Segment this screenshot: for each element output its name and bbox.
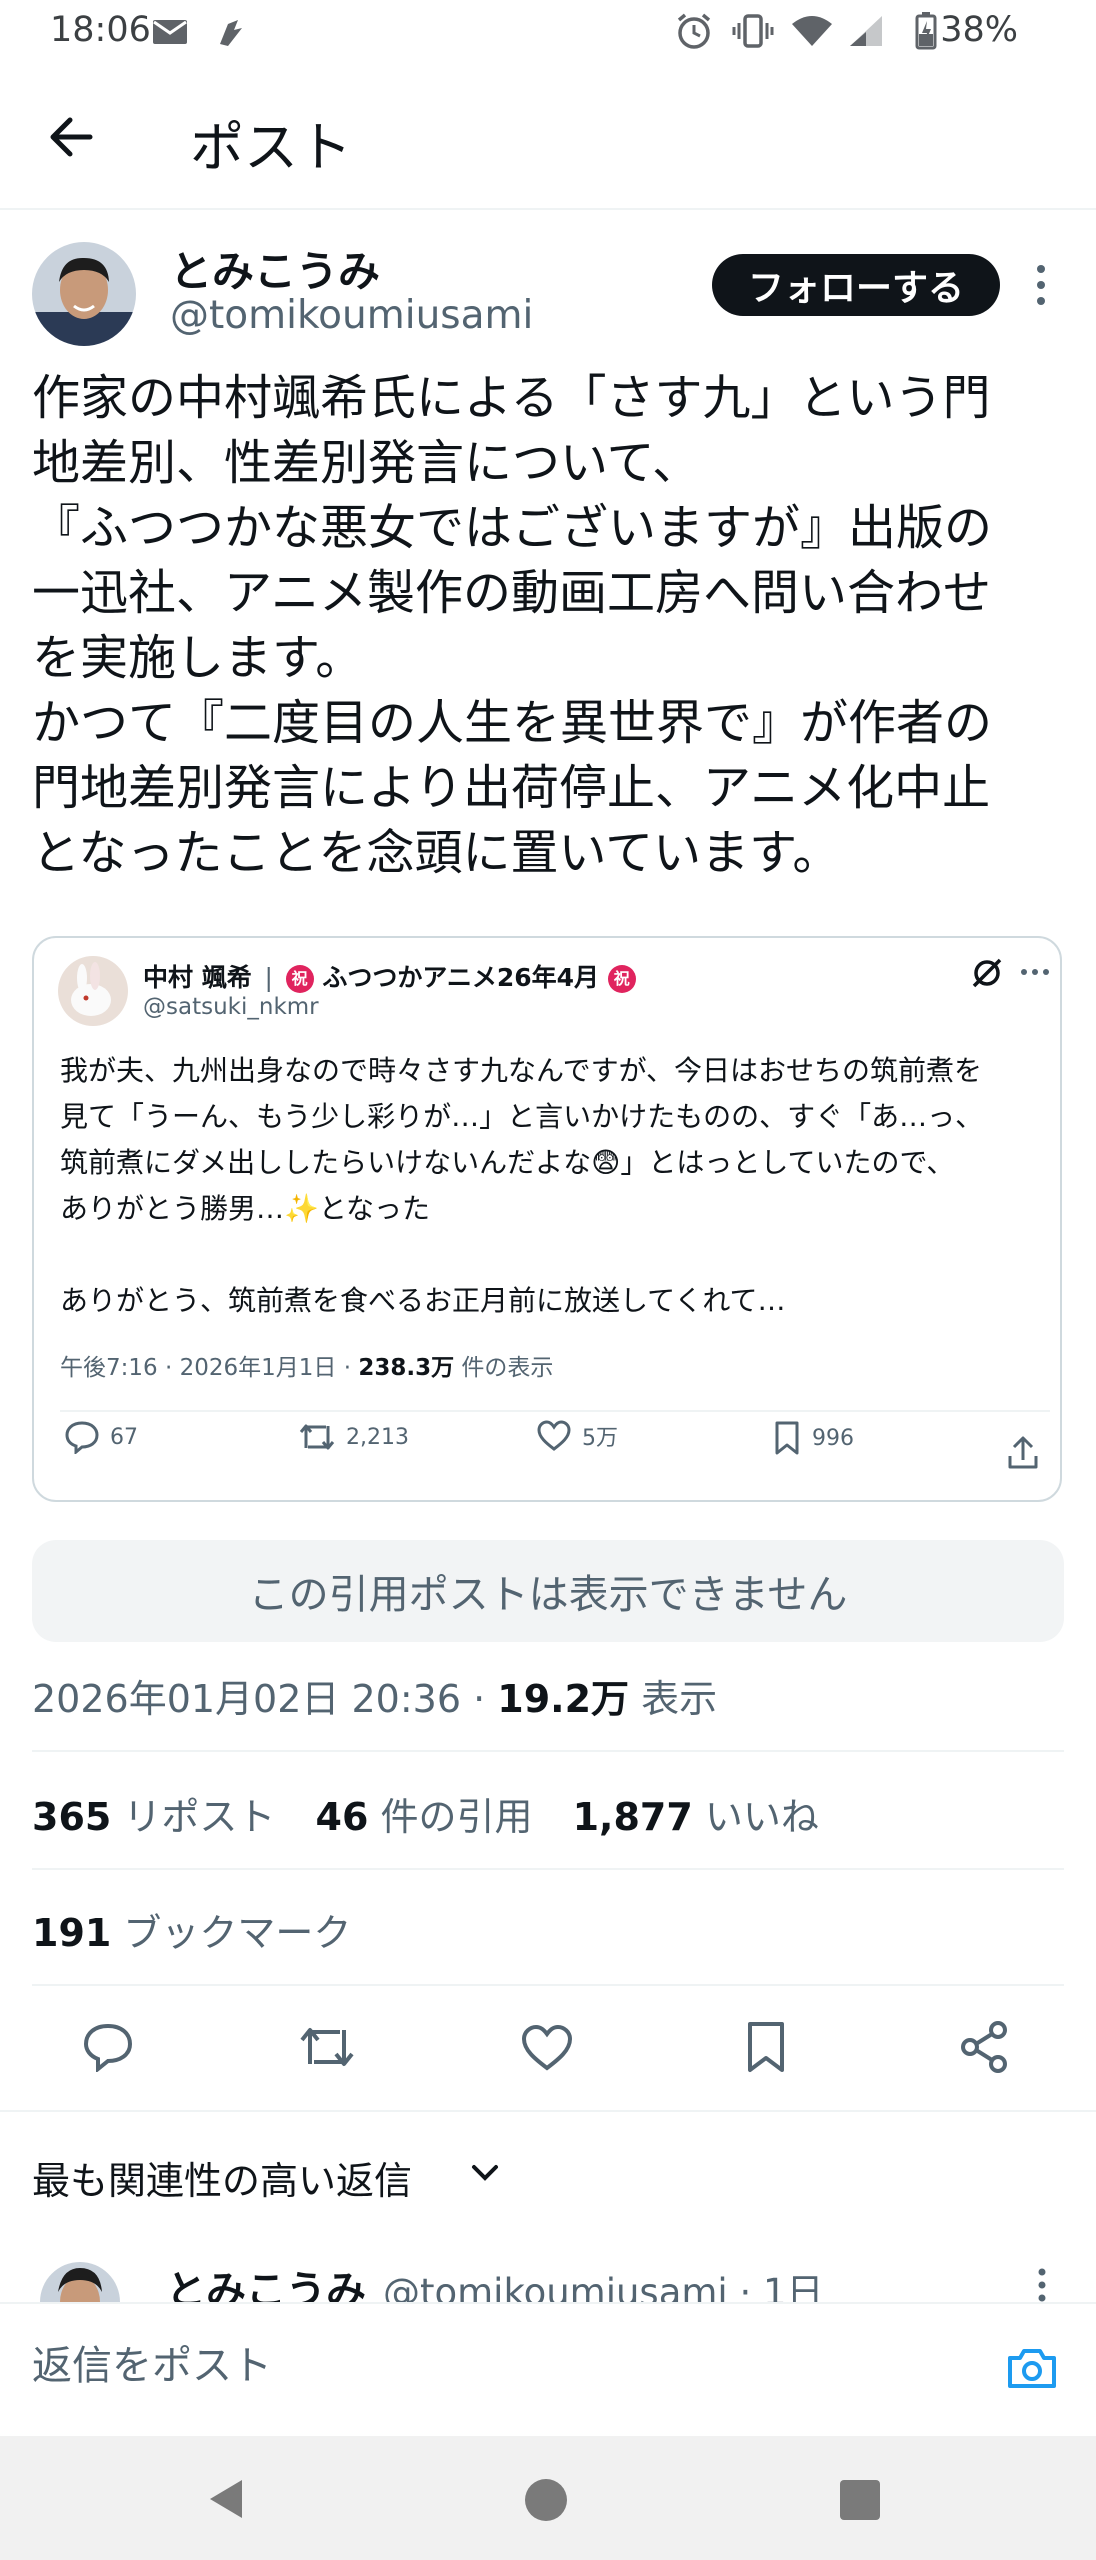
- battery-percent: 38%: [940, 10, 1018, 50]
- post-text-line: 門地差別発言により出荷停止、アニメ化中止: [32, 760, 991, 816]
- timestamp-divider: [32, 1750, 1064, 1752]
- celebration-badge-icon: 祝: [607, 965, 636, 993]
- quoted-text-line: 筑前煮にダメ出ししたらいけないんだよな😨」とはっとしていたので、: [60, 1146, 955, 1179]
- battery-icon: [915, 12, 937, 50]
- likes-stat[interactable]: 1,877 いいね: [573, 1795, 819, 1839]
- post-timestamp: 2026年01月02日 20:36 · 19.2万 表示: [32, 1668, 717, 1723]
- quoted-text-line: [60, 1232, 1050, 1278]
- quoted-reply-count: 67: [110, 1424, 138, 1450]
- stats-divider: [32, 1868, 1064, 1870]
- quoted-text-line: 我が夫、九州出身なので時々さす九なんですが、今日はおせちの筑前煮を: [60, 1054, 983, 1087]
- reply-input[interactable]: [32, 2336, 972, 2396]
- signal-icon: [850, 16, 882, 46]
- quotes-stat[interactable]: 46 件の引用: [316, 1795, 533, 1839]
- quotes-label: 件の引用: [368, 1795, 533, 1839]
- quoted-text-line: ありがとう勝男…✨となった: [60, 1192, 431, 1225]
- quoted-author-handle[interactable]: @satsuki_nkmr: [143, 994, 319, 1020]
- quoted-repost-action[interactable]: 2,213: [298, 1420, 409, 1454]
- bookmark-icon[interactable]: [744, 2020, 788, 2074]
- post-text-line: 作家の中村颯希氏による「さす九」という門: [32, 370, 991, 426]
- likes-label: いいね: [692, 1795, 819, 1839]
- camera-icon[interactable]: [1006, 2346, 1058, 2390]
- bookmark-icon: [775, 1421, 799, 1455]
- quoted-bookmark-action[interactable]: 996: [772, 1420, 854, 1456]
- quoted-bookmark-count: 996: [812, 1425, 854, 1451]
- reply-sort-label: 最も関連性の高い返信: [32, 2159, 413, 2203]
- post-views: 19.2万: [497, 1677, 630, 1721]
- post-text-line: かつて『二度目の人生を異世界で』が作者の: [32, 695, 993, 751]
- quoted-text-line: ありがとう、筑前煮を食べるお正月前に放送してくれて…: [60, 1284, 786, 1317]
- chevron-down-icon[interactable]: [470, 2162, 500, 2184]
- bookmarks-label: ブックマーク: [111, 1911, 352, 1955]
- page-title: ポスト: [190, 116, 352, 179]
- quoted-more-icon[interactable]: [1020, 967, 1050, 977]
- reposts-label: リポスト: [111, 1795, 276, 1839]
- reply-sort-dropdown[interactable]: 最も関連性の高い返信: [32, 2150, 412, 2205]
- follow-button[interactable]: フォローする: [712, 254, 1000, 316]
- reposts-count: 365: [32, 1795, 112, 1839]
- quoted-name-suffix: ふつつかアニメ26年4月: [322, 963, 599, 992]
- quoted-like-action[interactable]: 5万: [536, 1420, 618, 1452]
- author-handle[interactable]: @tomikoumiusami: [170, 293, 533, 338]
- grok-icon[interactable]: [970, 956, 1004, 990]
- quoted-views-label: 件の表示: [454, 1355, 554, 1381]
- nav-home-icon[interactable]: [524, 2478, 568, 2522]
- post-text-line: 一迅社、アニメ製作の動画工房へ問い合わせ: [32, 565, 992, 621]
- actions-divider: [0, 2110, 1096, 2112]
- reply-icon: [65, 1421, 99, 1454]
- wifi-icon: [792, 16, 832, 46]
- post-text-line: 『ふつつかな悪女ではございますが』出版の: [32, 500, 993, 556]
- back-arrow-icon[interactable]: [46, 112, 96, 162]
- bookmarks-stat[interactable]: 191 ブックマーク: [32, 1902, 351, 1957]
- reply-avatar[interactable]: [40, 2262, 120, 2302]
- quoted-avatar[interactable]: [58, 956, 128, 1026]
- vibrate-icon: [732, 14, 774, 48]
- engagement-stats: 365 リポスト 46 件の引用 1,877 いいね: [32, 1786, 819, 1841]
- heart-icon: [537, 1420, 571, 1451]
- quoted-name-separator: |: [264, 963, 273, 992]
- quoted-name-main: 中村 颯希: [143, 963, 252, 992]
- bookmarks-divider: [32, 1984, 1064, 1986]
- mail-icon: [153, 20, 187, 44]
- status-time: 18:06: [50, 10, 151, 50]
- bookmarks-count: 191: [32, 1911, 112, 1955]
- post-text-line: を実施します。: [32, 630, 364, 686]
- notification-icon: [220, 20, 242, 46]
- quoted-repost-count: 2,213: [346, 1424, 409, 1450]
- quoted-time: 午後7:16 · 2026年1月1日 ·: [60, 1355, 359, 1381]
- avatar[interactable]: [32, 242, 136, 346]
- celebration-badge-icon: 祝: [285, 965, 314, 993]
- share-icon[interactable]: [958, 2020, 1010, 2074]
- nav-recents-icon[interactable]: [840, 2480, 880, 2520]
- repost-icon[interactable]: [298, 2022, 356, 2072]
- post-text-line: となったことを念頭に置いています。: [32, 825, 841, 881]
- reply-more-icon[interactable]: [1036, 2268, 1048, 2302]
- quoted-views: 238.3万: [358, 1355, 455, 1381]
- quoted-text: 我が夫、九州出身なので時々さす九なんですが、今日はおせちの筑前煮を 見て「うーん…: [60, 1048, 1050, 1324]
- post-datetime: 2026年01月02日 20:36 ·: [32, 1677, 498, 1721]
- quotes-count: 46: [315, 1795, 369, 1839]
- unavailable-quote-notice: この引用ポストは表示できません: [32, 1540, 1064, 1642]
- quoted-divider: [60, 1410, 1050, 1412]
- likes-count: 1,877: [572, 1795, 693, 1839]
- post-views-label: 表示: [629, 1677, 718, 1721]
- post-text: 作家の中村颯希氏による「さす九」という門 地差別、性差別発言について、 『ふつつ…: [32, 366, 1072, 886]
- repost-icon: [299, 1424, 335, 1450]
- alarm-icon: [677, 13, 711, 49]
- quoted-text-line: 見て「うーん、もう少し彩りが…」と言いかけたものの、すぐ「あ…っ、: [60, 1100, 984, 1133]
- quoted-like-count: 5万: [582, 1426, 618, 1451]
- header-divider: [0, 208, 1096, 210]
- quoted-meta: 午後7:16 · 2026年1月1日 · 238.3万 件の表示: [60, 1348, 553, 1382]
- quoted-reply-action[interactable]: 67: [64, 1420, 138, 1454]
- more-vertical-icon[interactable]: [1034, 264, 1048, 306]
- quoted-author-name[interactable]: 中村 颯希 | 祝 ふつつかアニメ26年4月 祝: [143, 958, 636, 994]
- author-name[interactable]: とみこうみ: [170, 238, 380, 299]
- post-text-line: 地差別、性差別発言について、: [32, 435, 701, 491]
- reply-icon[interactable]: [82, 2022, 134, 2072]
- heart-icon[interactable]: [520, 2024, 574, 2072]
- reposts-stat[interactable]: 365 リポスト: [32, 1795, 275, 1839]
- share-icon[interactable]: [1006, 1436, 1040, 1470]
- nav-back-icon[interactable]: [206, 2476, 246, 2522]
